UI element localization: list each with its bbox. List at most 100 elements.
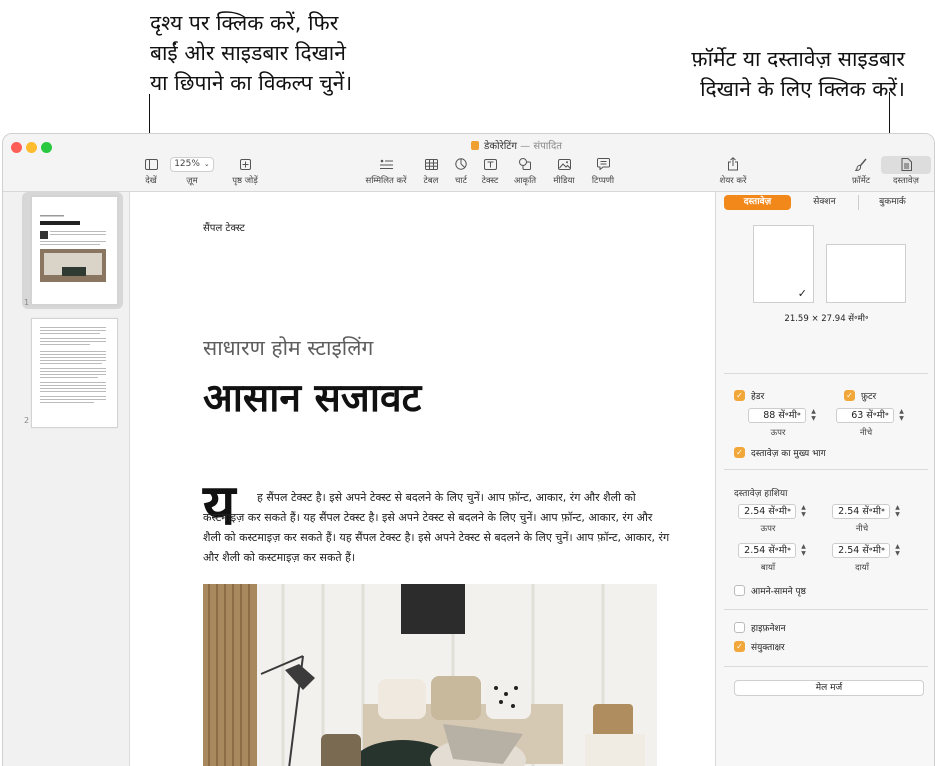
zoom-control[interactable]: 125% ⌄ ज़ूम bbox=[167, 156, 217, 186]
tab-bookmark[interactable]: बुकमार्क bbox=[858, 195, 926, 210]
document-subtitle[interactable]: साधारण होम स्टाइलिंग bbox=[203, 334, 373, 362]
zoom-label: ज़ूम bbox=[186, 176, 198, 186]
margin-right-spinner[interactable]: 2.54 सें॰मी॰ ▲ ▼ bbox=[832, 543, 902, 558]
margin-right-value[interactable]: 2.54 सें॰मी॰ bbox=[832, 543, 890, 558]
comment-button[interactable]: टिप्पणी bbox=[587, 156, 619, 186]
close-button[interactable] bbox=[11, 142, 22, 153]
sidebar-divider-1 bbox=[724, 373, 928, 374]
callout-right-line-1: फ़ॉर्मेट या दस्तावेज़ साइडबार bbox=[691, 47, 905, 71]
page-thumbnail-1[interactable] bbox=[31, 196, 118, 305]
hyphenation-option[interactable]: हाइफ़नेशन bbox=[734, 621, 786, 634]
margin-right-stepper-icon[interactable]: ▲ ▼ bbox=[893, 543, 902, 558]
margin-bottom-value[interactable]: 2.54 सें॰मी॰ bbox=[832, 504, 890, 519]
footer-checkbox[interactable]: ✓ bbox=[844, 390, 855, 401]
pages-window: डेकोरेटिंग — संपादित देखें 125% ⌄ ज़ूम पृ… bbox=[2, 133, 935, 766]
document-body-label: दस्तावेज़ का मुख्य भाग bbox=[751, 449, 826, 459]
page-thumbnails: 1 2 bbox=[3, 192, 130, 766]
document-body-checkbox[interactable]: ✓ bbox=[734, 447, 745, 458]
zoom-window-button[interactable] bbox=[41, 142, 52, 153]
document-title[interactable]: आसान सजावट bbox=[203, 370, 421, 423]
living-room-photo[interactable] bbox=[203, 584, 657, 766]
footer-value[interactable]: 63 सें॰मी॰ bbox=[836, 408, 894, 423]
margin-bottom-spinner[interactable]: 2.54 सें॰मी॰ ▲ ▼ bbox=[832, 504, 902, 519]
header-stepper-icon[interactable]: ▲ ▼ bbox=[809, 408, 818, 423]
chart-button[interactable]: चार्ट bbox=[449, 156, 473, 186]
facing-pages-option[interactable]: आमने-सामने पृष्ठ bbox=[734, 584, 806, 597]
mail-merge-button[interactable]: मेल मर्ज bbox=[734, 680, 924, 696]
format-button[interactable]: फ़ॉर्मेट bbox=[846, 156, 876, 186]
hyphenation-checkbox[interactable] bbox=[734, 622, 745, 633]
table-label: टेबल bbox=[423, 176, 439, 186]
sidebar-icon bbox=[144, 158, 158, 170]
header-label: हेडर bbox=[751, 392, 765, 402]
insert-button[interactable]: सम्मिलित करें bbox=[361, 156, 411, 186]
callout-right: फ़ॉर्मेट या दस्तावेज़ साइडबार दिखाने के … bbox=[585, 44, 905, 104]
title-name: डेकोरेटिंग bbox=[484, 141, 517, 152]
margin-right-label: दायाँ bbox=[855, 563, 869, 573]
text-label: टेक्स्ट bbox=[481, 176, 499, 186]
margin-left-value[interactable]: 2.54 सें॰मी॰ bbox=[738, 543, 796, 558]
callout-left-line-1: दृश्य पर क्लिक करें, फिर bbox=[150, 11, 339, 35]
ligatures-label: संयुक्ताक्षर bbox=[751, 643, 785, 653]
header-checkbox[interactable]: ✓ bbox=[734, 390, 745, 401]
margin-top-stepper-icon[interactable]: ▲ ▼ bbox=[799, 504, 808, 519]
document-body-option[interactable]: ✓ दस्तावेज़ का मुख्य भाग bbox=[734, 446, 826, 459]
media-icon bbox=[557, 158, 571, 170]
document-canvas[interactable]: सैंपल टेक्स्ट साधारण होम स्टाइलिंग आसान … bbox=[131, 192, 715, 766]
document-sidebar: दस्तावेज़ सेक्शन बुकमार्क ✓ 21.59 × 27.9… bbox=[715, 192, 934, 766]
margin-left-spinner[interactable]: 2.54 सें॰मी॰ ▲ ▼ bbox=[738, 543, 808, 558]
facing-pages-checkbox[interactable] bbox=[734, 585, 745, 596]
callout-left: दृश्य पर क्लिक करें, फिर बाईं ओर साइडबार… bbox=[150, 8, 430, 98]
text-button[interactable]: टेक्स्ट bbox=[477, 156, 503, 186]
page-thumbnail-2[interactable] bbox=[31, 318, 118, 428]
screenshot: दृश्य पर क्लिक करें, फिर बाईं ओर साइडबार… bbox=[0, 0, 935, 766]
margin-top-spinner[interactable]: 2.54 सें॰मी॰ ▲ ▼ bbox=[738, 504, 808, 519]
footer-label: फ़ुटर bbox=[861, 392, 877, 402]
page-number-1: 1 bbox=[24, 298, 30, 307]
callout-left-line-2: बाईं ओर साइडबार दिखाने bbox=[150, 41, 346, 65]
minimize-button[interactable] bbox=[26, 142, 37, 153]
media-button[interactable]: मीडिया bbox=[549, 156, 579, 186]
shape-label: आकृति bbox=[513, 176, 537, 186]
shape-button[interactable]: आकृति bbox=[511, 156, 539, 186]
paper-portrait[interactable]: ✓ bbox=[753, 225, 814, 303]
document-button[interactable]: दस्तावेज़ bbox=[883, 156, 929, 186]
callout-right-line-2: दिखाने के लिए क्लिक करें। bbox=[700, 77, 905, 101]
zoom-value: 125% bbox=[174, 159, 200, 169]
margin-top-value[interactable]: 2.54 सें॰मी॰ bbox=[738, 504, 796, 519]
footer-stepper-icon[interactable]: ▲ ▼ bbox=[897, 408, 906, 423]
window-title: डेकोरेटिंग — संपादित bbox=[471, 138, 562, 152]
document-body[interactable]: ह सैंपल टेक्स्ट है। इसे अपने टेक्स्ट से … bbox=[203, 488, 673, 568]
tab-document[interactable]: दस्तावेज़ bbox=[724, 195, 791, 210]
add-page-icon bbox=[239, 158, 251, 170]
paper-landscape[interactable] bbox=[826, 244, 906, 303]
callout-left-line-3: या छिपाने का विकल्प चुनें। bbox=[150, 71, 353, 95]
margin-bottom-stepper-icon[interactable]: ▲ ▼ bbox=[893, 504, 902, 519]
footer-option[interactable]: ✓ फ़ुटर bbox=[844, 389, 876, 402]
share-label: शेयर करें bbox=[719, 176, 747, 186]
footer-spinner[interactable]: 63 सें॰मी॰ ▲ ▼ bbox=[836, 408, 906, 423]
add-page-button[interactable]: पृष्ठ जोड़ें bbox=[225, 156, 265, 186]
chart-label: चार्ट bbox=[455, 176, 467, 186]
comment-label: टिप्पणी bbox=[591, 176, 615, 186]
margin-left-stepper-icon[interactable]: ▲ ▼ bbox=[799, 543, 808, 558]
ligatures-option[interactable]: ✓ संयुक्ताक्षर bbox=[734, 640, 785, 653]
paper-size-text: 21.59 × 27.94 सें॰मी॰ bbox=[784, 314, 869, 324]
sidebar-divider-3 bbox=[724, 609, 928, 610]
view-label: देखें bbox=[145, 176, 157, 186]
tab-section[interactable]: सेक्शन bbox=[791, 195, 858, 210]
chevron-down-icon: ⌄ bbox=[203, 160, 210, 168]
header-spinner[interactable]: 88 सें॰मी॰ ▲ ▼ bbox=[748, 408, 818, 423]
hyphenation-label: हाइफ़नेशन bbox=[751, 624, 786, 634]
ligatures-checkbox[interactable]: ✓ bbox=[734, 641, 745, 652]
sidebar-tabs: दस्तावेज़ सेक्शन बुकमार्क bbox=[724, 195, 926, 210]
sidebar-divider-4 bbox=[724, 666, 928, 667]
document-header[interactable]: सैंपल टेक्स्ट bbox=[203, 220, 245, 234]
view-button[interactable]: देखें bbox=[141, 156, 161, 186]
header-option[interactable]: ✓ हेडर bbox=[734, 389, 764, 402]
header-value[interactable]: 88 सें॰मी॰ bbox=[748, 408, 806, 423]
sidebar-divider-2 bbox=[724, 469, 928, 470]
share-button[interactable]: शेयर करें bbox=[715, 156, 751, 186]
table-button[interactable]: टेबल bbox=[419, 156, 443, 186]
title-status: संपादित bbox=[533, 141, 562, 152]
